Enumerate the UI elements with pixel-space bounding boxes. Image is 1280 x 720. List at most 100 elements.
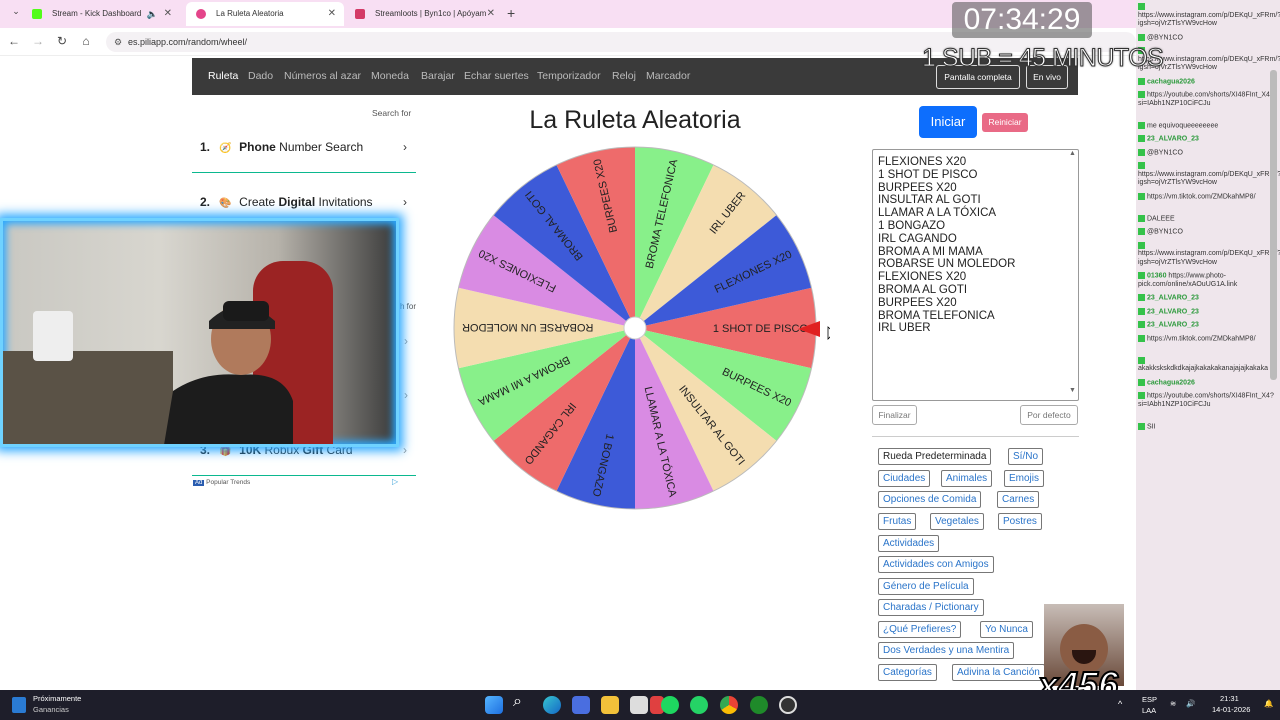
snipping-icon[interactable] xyxy=(630,696,648,714)
chat-message: cachagua2026 xyxy=(1138,77,1274,87)
sub-rule-text: 1 SUB = 45 MINUTOS xyxy=(921,44,1164,73)
entry-line: IRL UBER xyxy=(878,322,931,335)
obs-icon[interactable] xyxy=(779,696,797,714)
entry-line: BURPEES X20 xyxy=(878,181,957,194)
entry-line: BROMA A MI MAMA xyxy=(878,245,983,258)
preset-tag[interactable]: Charadas / Pictionary xyxy=(878,599,984,616)
tab-label: Streamloots | Byn1co | Apóyam xyxy=(375,9,487,18)
ad-divider xyxy=(192,475,416,476)
preset-tag[interactable]: Yo Nunca xyxy=(980,621,1033,638)
clock-time[interactable]: 21:31 xyxy=(1220,694,1239,703)
whatsapp-icon[interactable] xyxy=(690,696,708,714)
speaker-icon[interactable]: 🔈 xyxy=(147,2,158,26)
start-button[interactable]: Iniciar xyxy=(919,106,977,138)
nav-marcador[interactable]: Marcador xyxy=(646,70,690,82)
chat-username[interactable]: 23_ALVARO_23 xyxy=(1147,294,1199,301)
close-tab-icon[interactable]: ✕ xyxy=(164,2,172,26)
reset-button[interactable]: Reiniciar xyxy=(982,113,1028,132)
preset-tag[interactable]: Dos Verdades y una Mentira xyxy=(878,642,1015,659)
volume-icon[interactable]: 🔊 xyxy=(1186,699,1195,708)
nav-ruleta[interactable]: Ruleta xyxy=(208,70,238,82)
preset-tag[interactable]: Adivina la Canción xyxy=(952,664,1045,681)
reload-icon[interactable]: ↻ xyxy=(54,34,70,48)
webcam-overlay xyxy=(0,218,399,447)
preset-tag[interactable]: Categorías xyxy=(878,664,937,681)
nav-numeros[interactable]: Números al azar xyxy=(284,70,361,82)
preset-tag[interactable]: Género de Película xyxy=(878,578,974,595)
chat-badge-icon xyxy=(1138,148,1145,156)
wifi-icon[interactable]: ≋ xyxy=(1170,699,1176,708)
ad-footer: Ad Popular Trends xyxy=(193,479,250,486)
weather-icon[interactable] xyxy=(12,697,26,713)
preset-tag[interactable]: Actividades xyxy=(878,535,940,552)
chat-username[interactable]: cachagua2026 xyxy=(1147,379,1195,386)
chat-badge-icon xyxy=(1138,121,1145,129)
notification-bell-icon[interactable]: 🔔 xyxy=(1264,699,1273,708)
random-wheel[interactable]: 1 SHOT DE PISCOBURPEES X20INSULTAR AL GO… xyxy=(450,143,830,513)
preset-tag[interactable]: Postres xyxy=(998,513,1042,530)
close-tab-icon[interactable]: ✕ xyxy=(328,2,336,26)
chat-message: @BYN1CO xyxy=(1138,33,1274,43)
site-info-icon[interactable]: ⚙ xyxy=(114,32,122,52)
tab-streamloots[interactable]: Streamloots | Byn1co | Apóyam ✕ xyxy=(345,2,503,26)
chrome-icon[interactable] xyxy=(720,696,738,714)
language-label[interactable]: ESP xyxy=(1142,695,1157,704)
tab-ruleta[interactable]: La Ruleta Aleatoria ✕ xyxy=(186,2,344,26)
close-tab-icon[interactable]: ✕ xyxy=(487,2,495,26)
tray-chevron-icon[interactable]: ^ xyxy=(1118,699,1122,709)
chat-badge-icon xyxy=(1138,392,1145,399)
preset-tag[interactable]: Carnes xyxy=(997,491,1040,508)
entries-scrollbar[interactable]: ▲ ▼ xyxy=(1068,150,1078,400)
ad-item[interactable]: 1. 🧭 Phone Number Search › xyxy=(200,140,415,154)
preset-tag[interactable]: Sí/No xyxy=(1008,448,1044,465)
preset-tag[interactable]: Frutas xyxy=(878,513,917,530)
chat-username[interactable]: 01360 xyxy=(1147,272,1168,279)
ad-choices-icon[interactable]: ▷ xyxy=(392,477,398,486)
chat-message: https://youtube.com/shorts/XI48FInt_X4?s… xyxy=(1138,392,1274,409)
ad-text: Invitations xyxy=(315,195,373,209)
new-tab-icon[interactable]: + xyxy=(507,5,515,21)
preset-tag[interactable]: Opciones de Comida xyxy=(878,491,982,508)
preset-tag[interactable]: Rueda Predeterminada xyxy=(878,448,992,465)
xbox-icon[interactable] xyxy=(750,696,768,714)
forward-icon[interactable]: → xyxy=(30,34,46,48)
home-icon[interactable]: ⌂ xyxy=(78,34,94,48)
ad-item[interactable]: 2. 🎨 Create Digital Invitations › xyxy=(200,195,415,209)
tab-kick-dashboard[interactable]: Stream - Kick Dashboard 🔈 ✕ xyxy=(22,2,180,26)
preset-tag[interactable]: Emojis xyxy=(1004,470,1045,487)
nav-echar-suertes[interactable]: Echar suertes xyxy=(464,70,529,82)
search-icon[interactable]: ⌕ xyxy=(513,693,522,711)
preset-tag[interactable]: Actividades con Amigos xyxy=(878,556,994,573)
default-button[interactable]: Por defecto xyxy=(1020,405,1078,425)
windows-start-icon[interactable] xyxy=(485,696,503,714)
preset-tag[interactable]: Vegetales xyxy=(930,513,984,530)
chat-username[interactable]: cachagua2026 xyxy=(1147,78,1195,85)
nav-reloj[interactable]: Reloj xyxy=(612,70,636,82)
chat-badge-icon xyxy=(1138,334,1145,342)
mouse-cursor-icon xyxy=(827,326,830,340)
nav-temporizador[interactable]: Temporizador xyxy=(537,70,601,82)
wheel-center[interactable] xyxy=(623,316,647,340)
preset-tag[interactable]: ¿Qué Prefieres? xyxy=(878,621,962,638)
back-icon[interactable]: ← xyxy=(6,34,22,48)
spotify-icon[interactable] xyxy=(661,696,679,714)
clock-date[interactable]: 14-01-2026 xyxy=(1212,705,1250,714)
nav-moneda[interactable]: Moneda xyxy=(371,70,409,82)
store-icon[interactable] xyxy=(572,696,590,714)
explorer-icon[interactable] xyxy=(601,696,619,714)
chat-username[interactable]: 23_ALVARO_23 xyxy=(1147,135,1199,142)
chat-username[interactable]: 23_ALVARO_23 xyxy=(1147,321,1199,328)
chat-username[interactable]: 23_ALVARO_23 xyxy=(1147,308,1199,315)
edge-icon[interactable] xyxy=(543,696,561,714)
chat-scrollbar[interactable] xyxy=(1270,70,1277,380)
chat-text: @BYN1CO xyxy=(1147,228,1183,236)
entries-textarea[interactable]: FLEXIONES X20 1 SHOT DE PISCO BURPEES X20 I… xyxy=(872,149,1079,401)
scroll-down-icon[interactable]: ▼ xyxy=(1069,387,1076,394)
preset-tag[interactable]: Animales xyxy=(941,470,993,487)
preset-tag[interactable]: Ciudades xyxy=(878,470,931,487)
wheel-slice-label: ROBARSE UN MOLEDOR xyxy=(462,321,593,333)
nav-barajar[interactable]: Barajar xyxy=(421,70,455,82)
scroll-up-icon[interactable]: ▲ xyxy=(1069,150,1076,157)
nav-dado[interactable]: Dado xyxy=(248,70,273,82)
finish-button[interactable]: Finalizar xyxy=(872,405,917,425)
